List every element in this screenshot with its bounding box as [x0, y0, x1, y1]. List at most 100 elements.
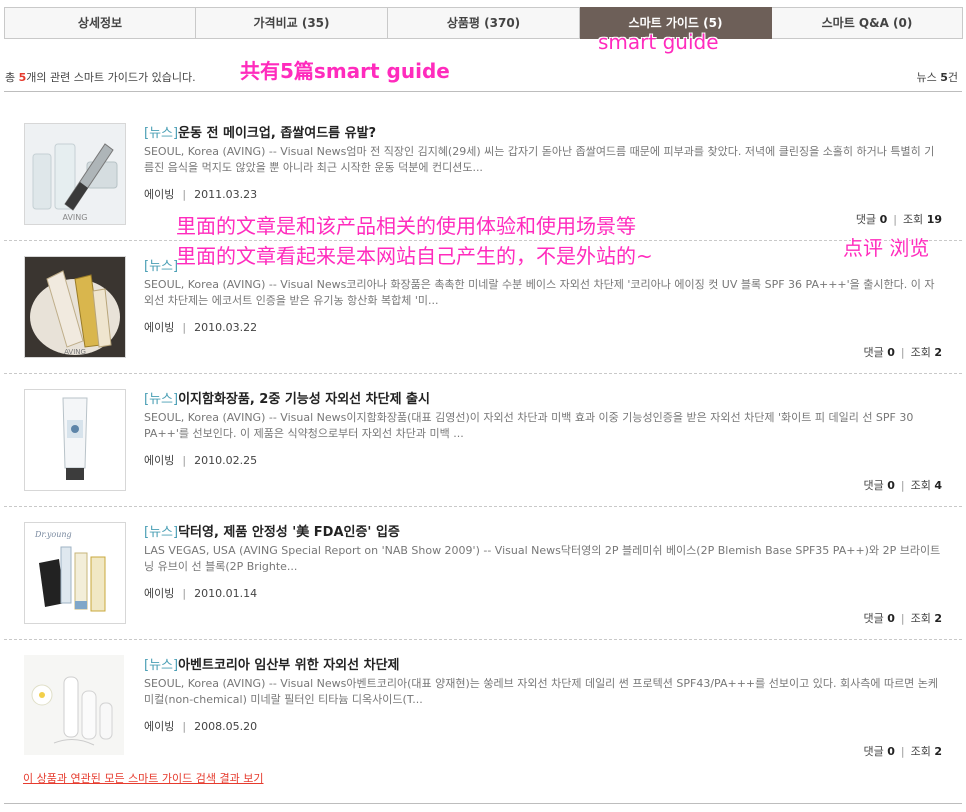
comments-label: 댓글 [863, 479, 884, 492]
article-category: [뉴스] [144, 126, 179, 141]
tab-bar: 상세정보 가격비교 (35) 상품평 (370) 스마트 가이드 (5) 스마트… [4, 7, 966, 39]
article-thumbnail[interactable] [24, 655, 124, 755]
summary-suffix: 개의 관련 스마트 가이드가 있습니다. [26, 71, 196, 84]
stats-separator: | [900, 745, 905, 758]
view-all-guides-link[interactable]: 이 상품과 연관된 모든 스마트 가이드 검색 결과 보기 [23, 770, 264, 786]
tab-smart-guide[interactable]: 스마트 가이드 (5) [580, 7, 772, 39]
article-date: 2011.03.23 [194, 188, 258, 201]
guide-count-summary: 총 5개의 관련 스마트 가이드가 있습니다. [5, 69, 196, 85]
article-date: 2010.03.22 [194, 321, 258, 334]
article-excerpt: LAS VEGAS, USA (AVING Special Report on … [144, 544, 941, 573]
news-count: 뉴스 5건 [916, 69, 958, 85]
tab-label: 스마트 Q&A [821, 16, 889, 30]
article-source: 에이빙 [144, 720, 175, 733]
meta-separator: | [182, 188, 187, 201]
thumbnail-watermark: AVING [64, 348, 86, 356]
tab-smart-qa[interactable]: 스마트 Q&A (0) [772, 7, 963, 39]
article-title-text: 닥터영, 제품 안정성 '美 FDA인증' 입증 [178, 525, 400, 540]
meta-separator: | [182, 720, 187, 733]
article-category: [뉴스] [144, 658, 179, 673]
views-label: 조회 [910, 745, 931, 758]
thumbnail-image: AVING [25, 124, 125, 224]
comments-count: 0 [887, 612, 895, 625]
views-label: 조회 [910, 612, 931, 625]
views-label: 조회 [902, 213, 924, 226]
article-stats: 댓글 0 | 조회 2 [863, 344, 942, 360]
tab-reviews[interactable]: 상품평 (370) [388, 7, 580, 39]
meta-separator: | [182, 321, 187, 334]
divider [4, 91, 962, 92]
thumbnail-image: Dr.young [25, 523, 125, 623]
divider [4, 373, 962, 374]
article-excerpt: SEOUL, Korea (AVING) -- Visual News엄마 전 … [144, 145, 935, 174]
tab-label: 스마트 가이드 [628, 16, 699, 30]
article-title[interactable]: [뉴스]이지함화장품, 2중 기능성 자외선 차단제 출시 [144, 388, 430, 407]
comments-label: 댓글 [855, 213, 877, 226]
news-count-prefix: 뉴스 [916, 71, 941, 84]
article-source: 에이빙 [144, 321, 175, 334]
comments-count: 0 [879, 213, 888, 226]
tab-count: (0) [888, 16, 913, 30]
article-meta: 에이빙 | 2010.02.25 [144, 452, 257, 468]
stats-separator: | [900, 479, 905, 492]
annotation-stats-note: 点评 浏览 [843, 236, 930, 260]
news-count-suffix: 건 [947, 71, 958, 84]
divider [4, 803, 962, 804]
tab-count: (35) [297, 16, 330, 30]
comments-label: 댓글 [863, 745, 884, 758]
article-category: [뉴스] [144, 525, 179, 540]
tab-price-compare[interactable]: 가격비교 (35) [196, 7, 388, 39]
tab-label: 상품평 [446, 16, 480, 30]
annotation-article-note-2: 里面的文章看起来是本网站自己产生的，不是外站的~ [176, 244, 653, 268]
article-stats: 댓글 0 | 조회 2 [863, 743, 942, 759]
article-category: [뉴스] [144, 259, 179, 274]
article-category: [뉴스] [144, 392, 179, 407]
divider [4, 639, 962, 640]
article-meta: 에이빙 | 2010.01.14 [144, 585, 257, 601]
views-count: 2 [934, 745, 942, 758]
article-thumbnail[interactable] [24, 389, 126, 491]
article-meta: 에이빙 | 2011.03.23 [144, 186, 257, 202]
thumbnail-brand: Dr.young [34, 530, 72, 539]
article-excerpt: SEOUL, Korea (AVING) -- Visual News이지함화장… [144, 411, 914, 440]
views-label: 조회 [910, 479, 931, 492]
article-title[interactable]: [뉴스] [144, 255, 178, 274]
comments-count: 0 [887, 346, 895, 359]
article-stats: 댓글 0 | 조회 19 [856, 211, 942, 227]
article-date: 2008.05.20 [194, 720, 258, 733]
divider [4, 240, 962, 241]
article-source: 에이빙 [144, 587, 175, 600]
article-source: 에이빙 [144, 188, 175, 201]
comments-count: 0 [887, 745, 895, 758]
comments-label: 댓글 [863, 612, 884, 625]
tab-count: (5) [698, 16, 723, 30]
article-title-text: 이지함화장품, 2중 기능성 자외선 차단제 출시 [178, 392, 430, 407]
comments-count: 0 [887, 479, 895, 492]
article-date: 2010.02.25 [194, 454, 258, 467]
views-label: 조회 [910, 346, 931, 359]
stats-separator: | [893, 213, 897, 226]
article-title[interactable]: [뉴스]아벤트코리아 임산부 위한 자외선 차단제 [144, 654, 400, 673]
article-stats: 댓글 0 | 조회 2 [863, 610, 942, 626]
article-stats: 댓글 0 | 조회 4 [863, 477, 942, 493]
article-thumbnail[interactable]: AVING [24, 256, 126, 358]
divider [4, 506, 962, 507]
article-thumbnail[interactable]: Dr.young [24, 522, 126, 624]
thumbnail-image [25, 390, 125, 490]
news-count-number: 5 [940, 71, 948, 84]
annotation-article-note-1: 里面的文章是和该产品相关的使用体验和使用场景等 [176, 214, 636, 238]
article-excerpt: SEOUL, Korea (AVING) -- Visual News코리아나 … [144, 278, 935, 307]
article-excerpt: SEOUL, Korea (AVING) -- Visual News아벤트코리… [144, 677, 939, 706]
article-meta: 에이빙 | 2008.05.20 [144, 718, 257, 734]
article-meta: 에이빙 | 2010.03.22 [144, 319, 257, 335]
article-title[interactable]: [뉴스]닥터영, 제품 안정성 '美 FDA인증' 입증 [144, 521, 400, 540]
views-count: 4 [934, 479, 942, 492]
article-title-text: 운동 전 메이크업, 좁쌀여드름 유발? [178, 126, 377, 141]
tab-details[interactable]: 상세정보 [4, 7, 196, 39]
article-title[interactable]: [뉴스]운동 전 메이크업, 좁쌀여드름 유발? [144, 122, 376, 141]
meta-separator: | [182, 587, 187, 600]
article-date: 2010.01.14 [194, 587, 258, 600]
thumbnail-image: AVING [25, 257, 125, 357]
annotation-count-note: 共有5篇smart guide [240, 59, 450, 83]
article-thumbnail[interactable]: AVING [24, 123, 126, 225]
